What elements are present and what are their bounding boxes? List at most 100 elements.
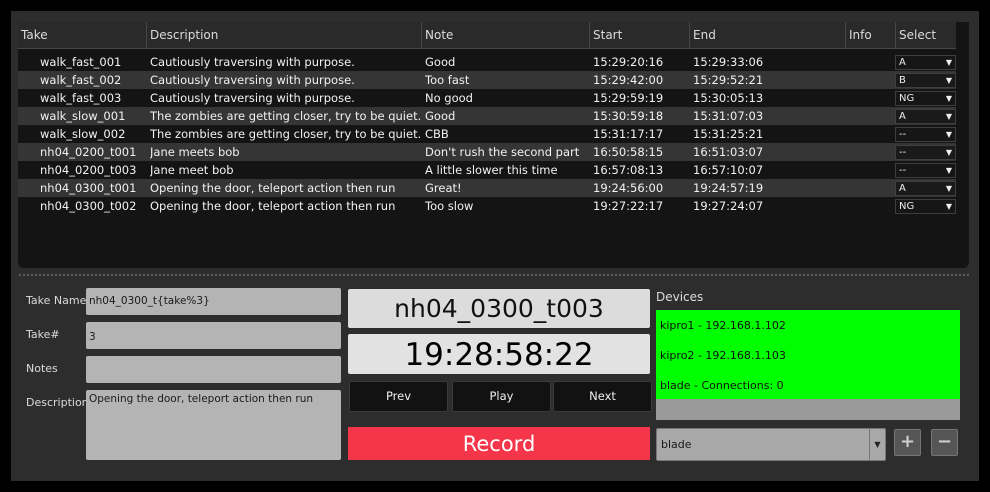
device-item[interactable]: kipro2 - 192.168.1.103: [660, 349, 786, 362]
table-row[interactable]: walk_fast_002 Cautiously traversing with …: [18, 71, 956, 89]
device-type-select[interactable]: blade ▼: [656, 428, 886, 461]
table-header: Take Description Note Start End Info Sel…: [18, 22, 956, 49]
take-cell: nh04_0300_t001: [40, 181, 137, 195]
takes-table: Take Description Note Start End Info Sel…: [18, 22, 969, 268]
column-header-description[interactable]: Description: [147, 22, 422, 49]
play-button[interactable]: Play: [452, 381, 551, 412]
column-header-info[interactable]: Info: [846, 22, 896, 49]
description-cell: Cautiously traversing with purpose.: [150, 91, 355, 105]
record-button[interactable]: Record: [348, 427, 650, 460]
device-item[interactable]: blade - Connections: 0: [660, 379, 784, 392]
description-cell: The zombies are getting closer, try to b…: [150, 109, 420, 123]
note-cell: No good: [425, 91, 473, 105]
description-cell: Opening the door, teleport action then r…: [150, 199, 396, 213]
chevron-down-icon[interactable]: ▼: [946, 56, 952, 69]
plus-icon[interactable]: +: [894, 429, 921, 456]
splitter-handle[interactable]: [18, 273, 969, 277]
info-cell: [849, 161, 894, 179]
select-value: A: [899, 183, 906, 194]
column-header-take[interactable]: Take: [18, 22, 147, 49]
description-cell: Jane meet bob: [150, 163, 234, 177]
start-cell: 15:29:42:00: [593, 73, 664, 87]
chevron-down-icon[interactable]: ▼: [946, 92, 952, 105]
note-cell: CBB: [425, 127, 449, 141]
column-header-end[interactable]: End: [690, 22, 846, 49]
select-dropdown[interactable]: B ▼: [895, 73, 956, 88]
column-header-select[interactable]: Select: [896, 22, 956, 49]
select-dropdown[interactable]: A ▼: [895, 109, 956, 124]
take-cell: walk_fast_002: [40, 73, 122, 87]
select-value: --: [899, 147, 907, 158]
start-cell: 16:57:08:13: [593, 163, 664, 177]
table-row[interactable]: nh04_0300_t001 Opening the door, teleport…: [18, 179, 956, 197]
info-cell: [849, 53, 894, 71]
table-row[interactable]: nh04_0200_t001 Jane meets bob Don't rush t…: [18, 143, 956, 161]
chevron-down-icon[interactable]: ▼: [946, 182, 952, 195]
table-row[interactable]: walk_fast_003 Cautiously traversing with …: [18, 89, 956, 107]
prev-button[interactable]: Prev: [349, 381, 448, 412]
devices-status-area: kipro1 - 192.168.1.102 kipro2 - 192.168.…: [656, 310, 960, 399]
start-cell: 19:24:56:00: [593, 181, 664, 195]
take-cell: walk_fast_003: [40, 91, 122, 105]
note-cell: Don't rush the second part: [425, 145, 580, 159]
column-header-note[interactable]: Note: [422, 22, 590, 49]
app-window: Take Description Note Start End Info Sel…: [11, 11, 979, 481]
description-cell: Cautiously traversing with purpose.: [150, 73, 355, 87]
note-cell: Good: [425, 109, 456, 123]
note-cell: Too fast: [425, 73, 470, 87]
select-value: --: [899, 129, 907, 140]
select-dropdown[interactable]: -- ▼: [895, 127, 956, 142]
table-row[interactable]: nh04_0200_t003 Jane meet bob A little slow…: [18, 161, 956, 179]
select-dropdown[interactable]: -- ▼: [895, 163, 956, 178]
note-cell: Great!: [425, 181, 462, 195]
select-value: NG: [899, 201, 915, 212]
info-cell: [849, 143, 894, 161]
end-cell: 19:24:57:19: [693, 181, 764, 195]
chevron-down-icon[interactable]: ▼: [869, 429, 885, 460]
next-button[interactable]: Next: [553, 381, 652, 412]
take-name-field[interactable]: nh04_0300_t{take%3}: [86, 288, 341, 315]
devices-title: Devices: [656, 290, 704, 304]
table-row[interactable]: walk_slow_001 The zombies are getting clo…: [18, 107, 956, 125]
end-cell: 15:30:05:13: [693, 91, 764, 105]
table-row[interactable]: walk_slow_002 The zombies are getting clo…: [18, 125, 956, 143]
table-row[interactable]: nh04_0300_t002 Opening the door, teleport…: [18, 197, 956, 215]
take-name-label: Take Name: [26, 294, 87, 307]
chevron-down-icon[interactable]: ▼: [946, 128, 952, 141]
note-cell: Good: [425, 55, 456, 69]
description-field[interactable]: Opening the door, teleport action then r…: [86, 390, 341, 460]
select-value: B: [899, 75, 906, 86]
note-cell: A little slower this time: [425, 163, 558, 177]
notes-field[interactable]: [86, 356, 341, 383]
table-row[interactable]: walk_fast_001 Cautiously traversing with …: [18, 53, 956, 71]
description-cell: Jane meets bob: [150, 145, 240, 159]
device-item[interactable]: kipro1 - 192.168.1.102: [660, 319, 786, 332]
info-cell: [849, 89, 894, 107]
select-value: A: [899, 111, 906, 122]
devices-list[interactable]: kipro1 - 192.168.1.102 kipro2 - 192.168.…: [656, 310, 960, 420]
chevron-down-icon[interactable]: ▼: [946, 200, 952, 213]
info-cell: [849, 71, 894, 89]
start-cell: 19:27:22:17: [593, 199, 664, 213]
chevron-down-icon[interactable]: ▼: [946, 164, 952, 177]
timecode-display: 19:28:58:22: [348, 334, 650, 374]
chevron-down-icon[interactable]: ▼: [946, 74, 952, 87]
minus-icon[interactable]: −: [931, 429, 958, 456]
take-number-field[interactable]: 3: [86, 322, 341, 349]
chevron-down-icon[interactable]: ▼: [946, 110, 952, 123]
select-dropdown[interactable]: A ▼: [895, 181, 956, 196]
description-cell: Opening the door, teleport action then r…: [150, 181, 396, 195]
end-cell: 15:29:52:21: [693, 73, 764, 87]
description-cell: Cautiously traversing with purpose.: [150, 55, 355, 69]
select-value: A: [899, 57, 906, 68]
end-cell: 19:27:24:07: [693, 199, 764, 213]
select-dropdown[interactable]: NG ▼: [895, 199, 956, 214]
select-dropdown[interactable]: -- ▼: [895, 145, 956, 160]
column-header-start[interactable]: Start: [590, 22, 690, 49]
info-cell: [849, 179, 894, 197]
chevron-down-icon[interactable]: ▼: [946, 146, 952, 159]
current-take-name: nh04_0300_t003: [348, 289, 650, 328]
select-dropdown[interactable]: A ▼: [895, 55, 956, 70]
select-dropdown[interactable]: NG ▼: [895, 91, 956, 106]
start-cell: 15:29:59:19: [593, 91, 664, 105]
